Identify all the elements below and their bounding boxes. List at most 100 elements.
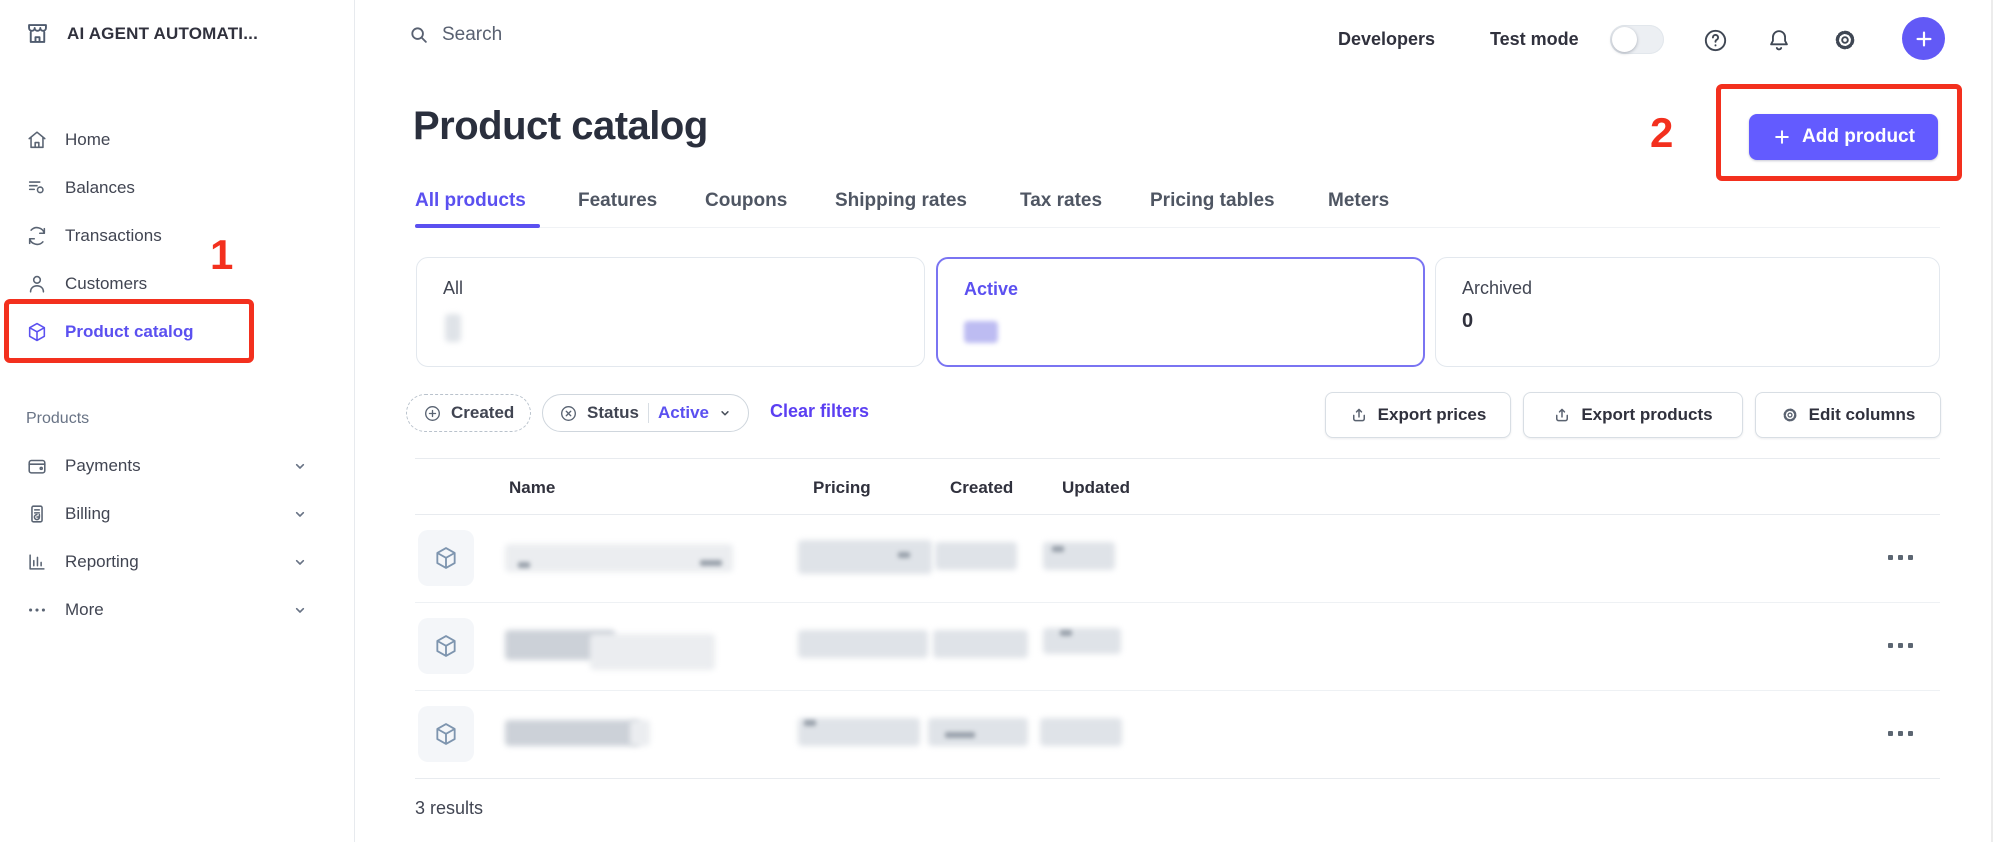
filter-card-archived[interactable]: Archived 0 (1435, 257, 1940, 367)
table-bottom-border (415, 778, 1940, 779)
sidebar-item-payments[interactable]: Payments (0, 444, 340, 488)
card-value: 0 (1462, 310, 1473, 333)
chevron-down-icon[interactable] (292, 458, 308, 474)
sidebar-item-home[interactable]: Home (0, 118, 340, 162)
plus-circle-icon (423, 404, 442, 423)
help-button[interactable] (1700, 25, 1730, 55)
redaction-artifact (898, 552, 910, 558)
sidebar-item-label: Reporting (65, 552, 139, 572)
sidebar-item-transactions[interactable]: Transactions (0, 214, 340, 258)
status-value: Active (658, 403, 709, 423)
chevron-down-icon[interactable] (292, 602, 308, 618)
card-label: Archived (1462, 278, 1532, 299)
test-mode-label: Test mode (1490, 29, 1579, 50)
redacted-updated (1040, 718, 1122, 746)
table-row[interactable] (400, 690, 1940, 778)
active-tab-underline (415, 224, 540, 228)
card-label: Active (964, 279, 1018, 300)
column-header-name[interactable]: Name (509, 478, 555, 498)
redaction-artifact (1052, 546, 1064, 552)
sidebar-item-label: Transactions (65, 226, 162, 246)
sidebar-item-label: Payments (65, 456, 141, 476)
scrollbar-track[interactable] (1991, 0, 1993, 842)
tab-all-products[interactable]: All products (415, 190, 526, 212)
column-header-created[interactable]: Created (950, 478, 1013, 498)
redaction-artifact (804, 720, 816, 726)
button-label: Edit columns (1809, 405, 1916, 425)
sidebar-divider (354, 0, 355, 842)
row-overflow-menu[interactable] (1888, 555, 1913, 560)
card-label: All (443, 278, 463, 299)
redacted-created (933, 630, 1028, 658)
redacted-value (964, 321, 998, 343)
notifications-bell-button[interactable] (1764, 25, 1794, 55)
sidebar-section-products: Products (26, 410, 89, 428)
x-circle-icon[interactable] (559, 404, 578, 423)
tab-meters[interactable]: Meters (1328, 190, 1389, 212)
redacted-pricing (798, 630, 928, 658)
edit-columns-button[interactable]: Edit columns (1755, 392, 1941, 438)
create-plus-avatar-button[interactable] (1902, 17, 1945, 60)
export-icon (1553, 406, 1571, 424)
cube-icon (26, 321, 48, 343)
sidebar-item-label: Product catalog (65, 322, 193, 342)
export-products-button[interactable]: Export products (1523, 392, 1743, 438)
gear-icon (1781, 406, 1799, 424)
redacted-value (445, 314, 461, 342)
tab-features[interactable]: Features (578, 190, 657, 212)
sidebar-item-balances[interactable]: Balances (0, 166, 340, 210)
sidebar-item-label: More (65, 600, 104, 620)
storefront-icon (24, 20, 51, 47)
row-overflow-menu[interactable] (1888, 731, 1913, 736)
product-thumbnail (418, 530, 474, 586)
product-thumbnail (418, 706, 474, 762)
annotation-number-2: 2 (1650, 112, 1673, 154)
redacted-name (505, 720, 640, 746)
filter-pill-status[interactable]: Status Active (542, 394, 749, 432)
tab-coupons[interactable]: Coupons (705, 190, 787, 212)
export-prices-button[interactable]: Export prices (1325, 392, 1511, 438)
settings-gear-button[interactable] (1830, 25, 1860, 55)
table-row[interactable] (400, 602, 1940, 690)
more-icon (26, 599, 48, 621)
results-count: 3 results (415, 798, 483, 819)
test-mode-toggle[interactable] (1610, 25, 1664, 54)
sidebar-item-more[interactable]: More (0, 588, 340, 632)
row-overflow-menu[interactable] (1888, 643, 1913, 648)
filter-card-all[interactable]: All (416, 257, 925, 367)
plus-icon (1772, 127, 1792, 147)
search-placeholder: Search (442, 24, 502, 46)
clear-filters-link[interactable]: Clear filters (770, 401, 869, 422)
page-title: Product catalog (413, 104, 708, 149)
tab-shipping-rates[interactable]: Shipping rates (835, 190, 967, 212)
toggle-knob (1612, 27, 1637, 52)
tab-tax-rates[interactable]: Tax rates (1020, 190, 1102, 212)
add-product-button[interactable]: Add product (1749, 114, 1938, 160)
redaction-artifact (518, 562, 530, 568)
column-header-updated[interactable]: Updated (1062, 478, 1130, 498)
redacted-updated (1043, 628, 1121, 654)
redacted-name (630, 720, 650, 746)
transactions-icon (26, 225, 48, 247)
redacted-name (505, 544, 733, 572)
column-header-pricing[interactable]: Pricing (813, 478, 871, 498)
sidebar-item-product-catalog[interactable]: Product catalog (0, 310, 340, 354)
tab-pricing-tables[interactable]: Pricing tables (1150, 190, 1275, 212)
chevron-down-icon[interactable] (292, 506, 308, 522)
pill-label: Created (451, 403, 514, 423)
filter-pill-created[interactable]: Created (406, 394, 531, 432)
chevron-down-icon (718, 406, 732, 420)
button-label: Export prices (1378, 405, 1487, 425)
pill-label: Status (587, 403, 639, 423)
sidebar-item-billing[interactable]: Billing (0, 492, 340, 536)
customers-icon (26, 273, 48, 295)
table-row[interactable] (400, 514, 1940, 602)
chevron-down-icon[interactable] (292, 554, 308, 570)
sidebar-item-customers[interactable]: Customers (0, 262, 340, 306)
button-label: Export products (1581, 405, 1712, 425)
filter-card-active[interactable]: Active (936, 257, 1425, 367)
sidebar-item-reporting[interactable]: Reporting (0, 540, 340, 584)
global-search[interactable]: Search (408, 24, 502, 46)
account-switcher[interactable]: AI AGENT AUTOMATI... (24, 20, 258, 47)
developers-link[interactable]: Developers (1338, 29, 1435, 50)
